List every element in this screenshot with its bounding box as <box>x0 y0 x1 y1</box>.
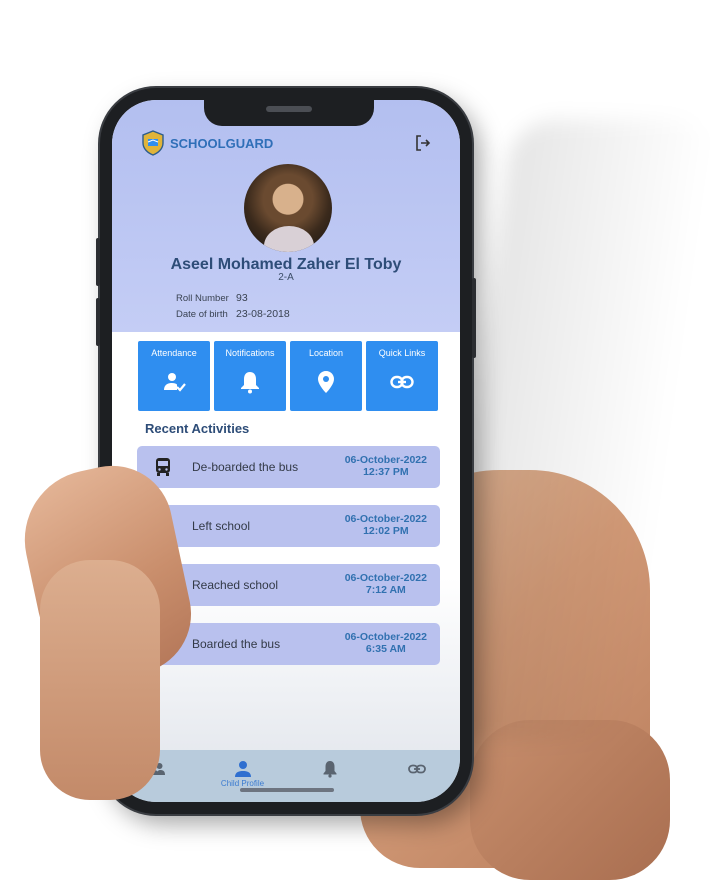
activity-datetime: 06-October-2022 7:12 AM <box>345 572 427 596</box>
activity-label: Left school <box>192 519 251 533</box>
notch <box>204 100 374 126</box>
activity-item[interactable]: Left school 06-October-2022 12:02 PM <box>137 505 440 547</box>
avatar <box>244 164 332 252</box>
activity-label: Boarded the bus <box>192 637 281 651</box>
link-icon <box>390 375 414 389</box>
dob-row: Date of birth 23-08-2018 <box>176 306 290 322</box>
hand-wrist <box>470 720 670 880</box>
activity-date: 06-October-2022 <box>344 513 427 525</box>
home-indicator <box>240 788 334 792</box>
tile-label: Attendance <box>151 348 197 358</box>
activity-date: 06-October-2022 <box>344 631 427 643</box>
power-button <box>472 278 476 358</box>
child-class: 2-A <box>278 272 294 283</box>
dob-value: 23-08-2018 <box>236 308 290 320</box>
link-icon <box>407 764 426 774</box>
brand: SCHOOLGUARD <box>142 130 273 156</box>
activity-time: 12:02 PM <box>363 525 409 537</box>
volume-button <box>96 298 100 346</box>
nav-item-links[interactable] <box>382 760 452 779</box>
tile-label: Location <box>308 348 344 358</box>
quick-tiles: Attendance Notifications Location Quick … <box>138 341 438 411</box>
location-pin-icon <box>318 371 334 393</box>
brand-name: SCHOOLGUARD <box>170 135 274 151</box>
activity-time: 7:12 AM <box>365 584 406 596</box>
activity-time: 12:37 PM <box>363 466 409 478</box>
profile-header: SCHOOLGUARD Aseel Mohamed Zaher El Toby … <box>112 100 460 332</box>
activity-item[interactable]: De-boarded the bus 06-October-2022 12:37… <box>137 446 440 488</box>
activity-label: De-boarded the bus <box>192 460 299 474</box>
person-icon <box>234 761 251 777</box>
hand-fingers <box>40 560 160 800</box>
shield-logo-icon <box>142 130 164 156</box>
tile-label: Notifications <box>225 348 275 358</box>
activity-list: De-boarded the bus 06-October-2022 12:37… <box>137 446 440 682</box>
tile-label: Quick Links <box>378 348 426 358</box>
bell-icon <box>241 372 259 394</box>
activity-date: 06-October-2022 <box>344 454 427 466</box>
user-check-icon <box>164 373 186 392</box>
logout-icon[interactable] <box>414 134 432 152</box>
activity-label: Reached school <box>192 578 279 592</box>
volume-button <box>96 238 100 286</box>
profile-info: Roll Number 93 Date of birth 23-08-2018 <box>176 290 290 322</box>
recent-activities-title: Recent Activities <box>145 421 250 436</box>
roll-value: 93 <box>236 292 248 304</box>
nav-item-notifications[interactable] <box>295 760 365 779</box>
speaker <box>266 106 312 112</box>
nav-label: Child Profile <box>220 779 265 788</box>
dob-label: Date of birth <box>176 308 228 320</box>
bus-icon <box>156 458 170 476</box>
roll-row: Roll Number 93 <box>176 290 290 306</box>
avatar-shirt <box>264 226 314 252</box>
tile-quick-links[interactable]: Quick Links <box>366 341 438 411</box>
tile-notifications[interactable]: Notifications <box>214 341 286 411</box>
activity-date: 06-October-2022 <box>344 572 427 584</box>
bell-icon <box>323 761 336 778</box>
activity-datetime: 06-October-2022 6:35 AM <box>345 631 427 655</box>
activity-time: 6:35 AM <box>365 643 406 655</box>
bottom-navigation: Child Profile <box>112 750 460 802</box>
nav-item-child-profile[interactable]: Child Profile <box>208 760 278 788</box>
tile-location[interactable]: Location <box>290 341 362 411</box>
tile-attendance[interactable]: Attendance <box>138 341 210 411</box>
app-screen: SCHOOLGUARD Aseel Mohamed Zaher El Toby … <box>112 100 460 802</box>
activity-datetime: 06-October-2022 12:37 PM <box>345 454 427 478</box>
roll-label: Roll Number <box>176 292 229 304</box>
activity-datetime: 06-October-2022 12:02 PM <box>345 513 427 537</box>
